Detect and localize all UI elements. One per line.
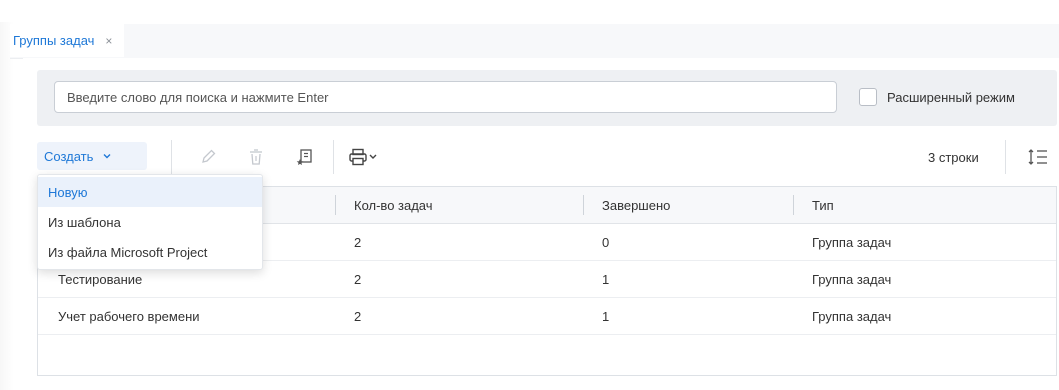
table-row[interactable]: Учет рабочего времени 2 1 Группа задач (38, 298, 1056, 335)
trash-icon[interactable] (245, 146, 267, 168)
toolbar-separator (1005, 140, 1006, 174)
tab-label: Группы задач (13, 33, 95, 48)
row-height-icon[interactable] (1027, 146, 1049, 168)
column-separator (335, 195, 336, 215)
cell-done: 0 (602, 234, 610, 250)
close-icon[interactable]: × (105, 34, 112, 48)
search-input[interactable] (54, 81, 837, 113)
printer-icon[interactable] (347, 146, 381, 168)
tab-task-groups[interactable]: Группы задач × (10, 24, 125, 57)
cell-type: Группа задач (812, 271, 892, 287)
rows-count: 3 строки (928, 150, 979, 165)
cell-count: 2 (354, 234, 362, 250)
save-as-template-icon[interactable] (294, 146, 316, 168)
menu-item-new[interactable]: Новую (38, 177, 262, 207)
column-separator (583, 195, 584, 215)
cell-done: 1 (602, 271, 610, 287)
advanced-mode-toggle[interactable]: Расширенный режим (859, 88, 1015, 106)
cell-type: Группа задач (812, 308, 892, 324)
toolbar-separator (333, 140, 334, 174)
cell-type: Группа задач (812, 234, 892, 250)
column-header-done[interactable]: Завершено (602, 187, 670, 223)
create-button-label: Создать (44, 148, 94, 164)
toolbar-separator (171, 140, 172, 174)
column-separator (793, 195, 794, 215)
menu-item-from-ms-project[interactable]: Из файла Microsoft Project (38, 237, 262, 267)
create-button[interactable]: Создать (37, 142, 147, 170)
menu-item-from-template[interactable]: Из шаблона (38, 207, 262, 237)
column-header-type[interactable]: Тип (812, 187, 834, 223)
window-shadow (0, 22, 14, 390)
cell-done: 1 (602, 308, 610, 324)
pencil-icon[interactable] (197, 146, 219, 168)
column-header-count[interactable]: Кол-во задач (354, 187, 433, 223)
tab-bar: Группы задач × (10, 24, 1059, 59)
advanced-mode-label: Расширенный режим (887, 89, 1015, 105)
cell-count: 2 (354, 308, 362, 324)
chevron-down-icon (103, 154, 111, 159)
cell-name: Учет рабочего времени (58, 308, 200, 324)
toolbar: Создать 3 строки (37, 140, 1057, 176)
cell-count: 2 (354, 271, 362, 287)
search-area: Расширенный режим (37, 70, 1057, 126)
create-dropdown-menu: Новую Из шаблона Из файла Microsoft Proj… (37, 174, 263, 270)
advanced-mode-checkbox[interactable] (859, 88, 877, 106)
